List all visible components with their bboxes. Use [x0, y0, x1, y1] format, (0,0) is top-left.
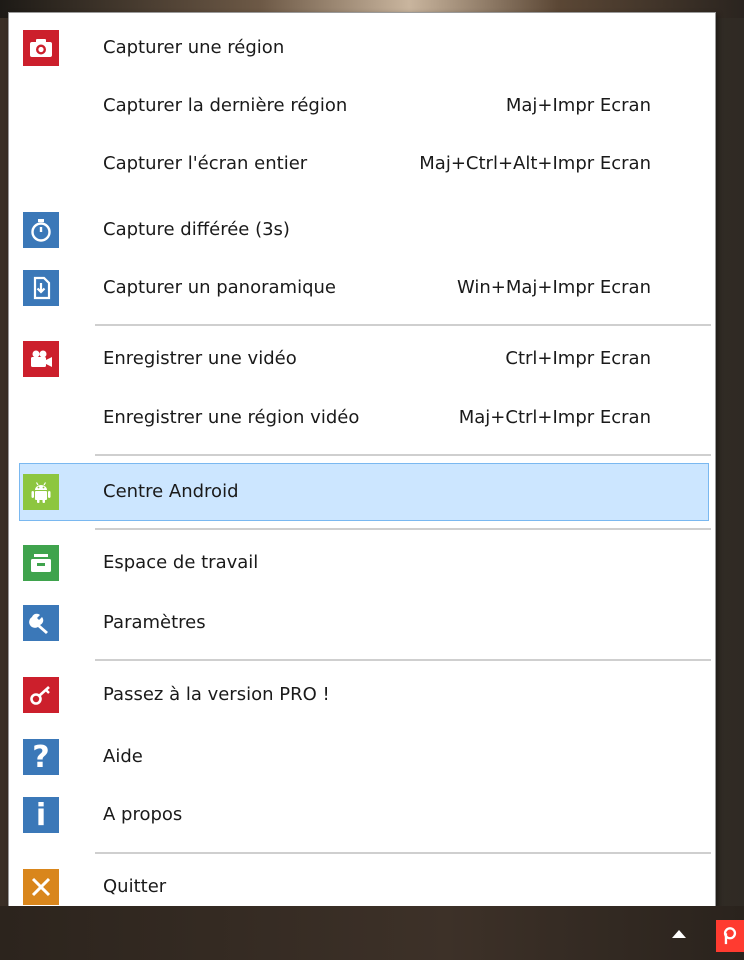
menu-item-shortcut: Maj+Impr Ecran	[505, 95, 651, 116]
menu-item-label: Enregistrer une vidéo	[103, 348, 297, 369]
info-icon: i	[23, 797, 59, 833]
workspace-icon	[23, 545, 59, 581]
picpick-icon[interactable]	[716, 920, 744, 952]
menu-separator	[95, 324, 711, 326]
menu-item-capture-panorama[interactable]: Capturer un panoramique Win+Maj+Impr Ecr…	[9, 259, 715, 317]
android-icon	[23, 474, 59, 510]
menu-separator	[95, 528, 711, 530]
menu-item-capture-last-region[interactable]: Capturer la dernière région Maj+Impr Ecr…	[9, 77, 715, 135]
menu-item-label: Espace de travail	[103, 552, 259, 573]
menu-separator	[95, 454, 711, 456]
menu-item-label: Aide	[103, 746, 143, 767]
close-icon	[23, 869, 59, 905]
video-camera-icon	[23, 341, 59, 377]
menu-item-label: Capture différée (3s)	[103, 219, 290, 240]
menu-item-capture-region[interactable]: Capturer une région	[9, 19, 715, 77]
camera-icon	[23, 30, 59, 66]
menu-separator	[95, 852, 711, 854]
show-hidden-icons-arrow[interactable]	[672, 930, 686, 938]
menu-item-about[interactable]: i A propos	[9, 786, 715, 844]
menu-item-capture-full-screen[interactable]: Capturer l'écran entier Maj+Ctrl+Alt+Imp…	[9, 135, 715, 193]
menu-item-label: A propos	[103, 804, 183, 825]
menu-item-label: Capturer un panoramique	[103, 277, 336, 298]
menu-item-android-center[interactable]: Centre Android	[9, 463, 715, 521]
key-icon	[23, 677, 59, 713]
menu-item-delayed-capture[interactable]: Capture différée (3s)	[9, 201, 715, 259]
menu-item-shortcut: Maj+Ctrl+Impr Ecran	[458, 407, 651, 428]
menu-separator	[95, 659, 711, 661]
menu-item-upgrade-pro[interactable]: Passez à la version PRO !	[9, 666, 715, 724]
menu-item-record-video-region[interactable]: Enregistrer une région vidéo Maj+Ctrl+Im…	[9, 389, 715, 447]
stopwatch-icon	[23, 212, 59, 248]
menu-item-help[interactable]: ? Aide	[9, 728, 715, 786]
menu-item-record-video[interactable]: Enregistrer une vidéo Ctrl+Impr Ecran	[9, 330, 715, 388]
menu-item-label: Centre Android	[103, 481, 239, 502]
context-menu: Capturer une région Capturer la dernière…	[8, 12, 716, 908]
menu-item-shortcut: Ctrl+Impr Ecran	[505, 348, 651, 369]
menu-item-label: Capturer l'écran entier	[103, 153, 308, 174]
menu-item-label: Capturer la dernière région	[103, 95, 348, 116]
menu-item-label: Enregistrer une région vidéo	[103, 407, 360, 428]
taskbar	[0, 906, 744, 960]
question-icon: ?	[23, 739, 59, 775]
menu-item-shortcut: Win+Maj+Impr Ecran	[456, 277, 651, 298]
menu-item-workspace[interactable]: Espace de travail	[9, 534, 715, 592]
menu-item-label: Paramètres	[103, 612, 206, 633]
menu-item-shortcut: Maj+Ctrl+Alt+Impr Ecran	[419, 153, 651, 174]
wrench-icon	[23, 605, 59, 641]
menu-item-label: Passez à la version PRO !	[103, 684, 330, 705]
panorama-icon	[23, 270, 59, 306]
menu-item-label: Capturer une région	[103, 37, 285, 58]
menu-item-settings[interactable]: Paramètres	[9, 594, 715, 652]
